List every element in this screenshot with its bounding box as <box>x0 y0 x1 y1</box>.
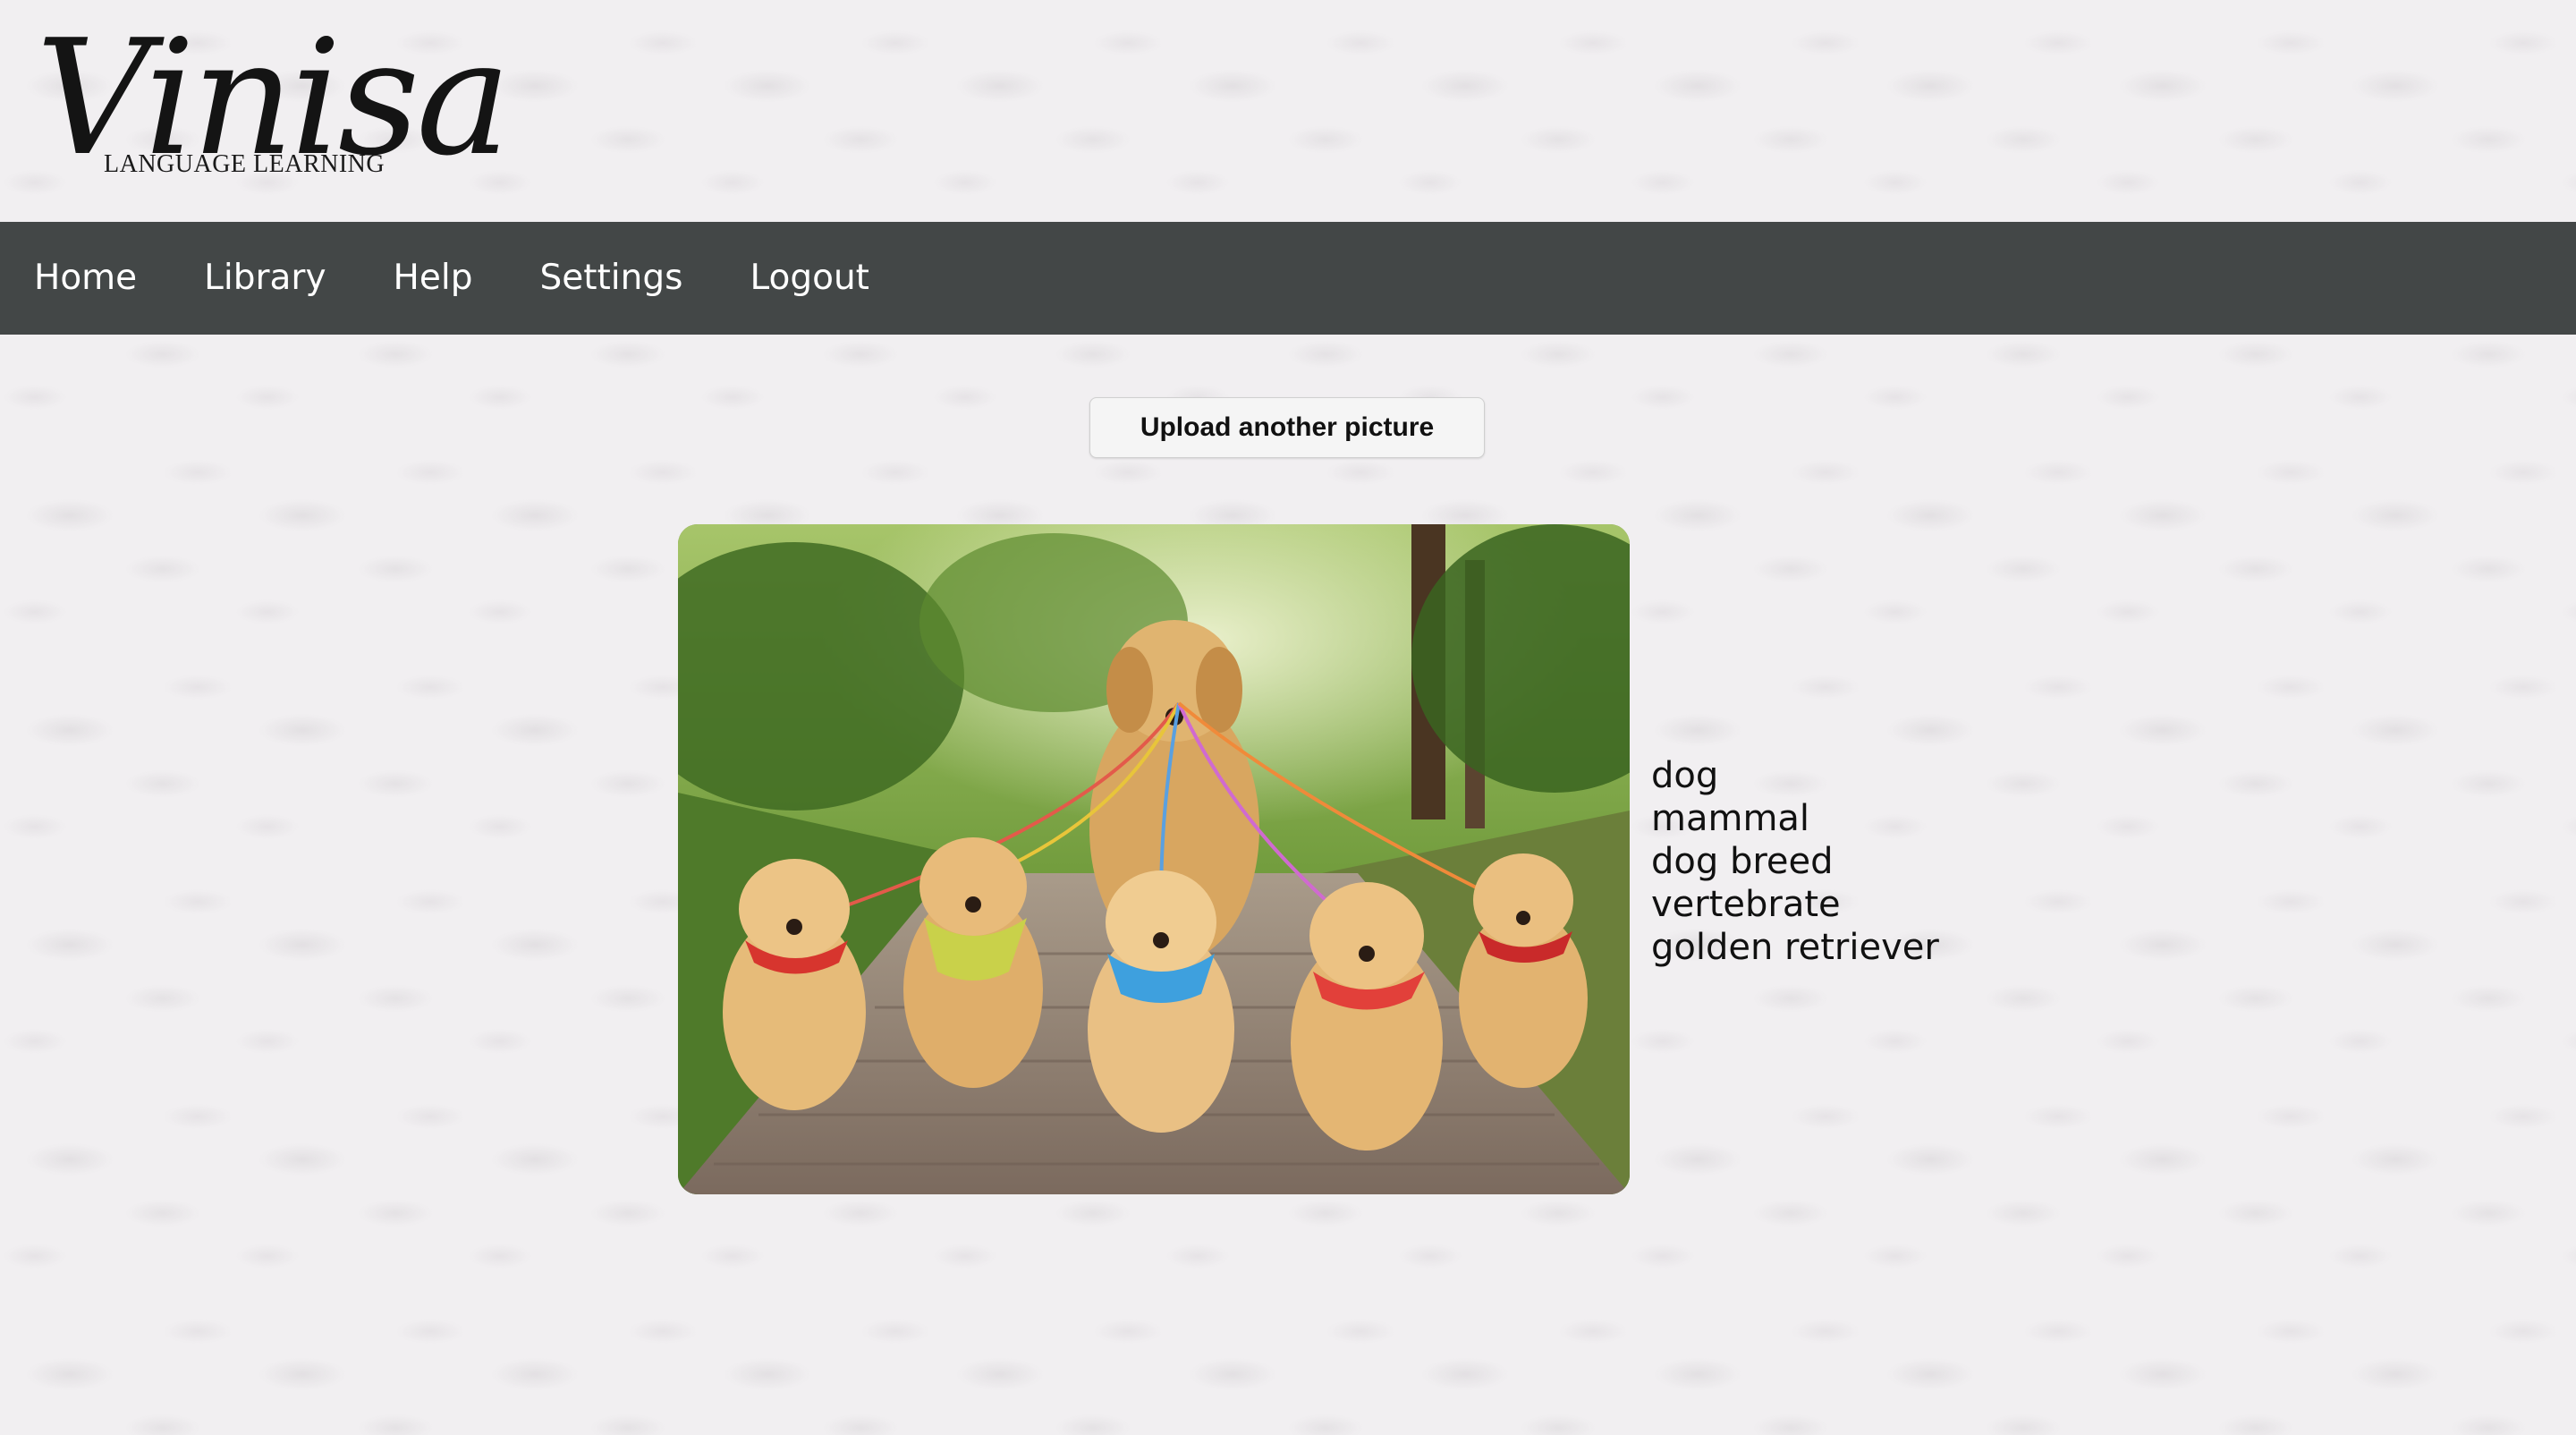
label-item: dog <box>1651 755 1719 796</box>
label-item: golden retriever <box>1651 927 1939 968</box>
label-item: mammal <box>1651 798 1810 839</box>
vinisa-logo[interactable]: Vinisa LANGUAGE LEARNING <box>36 9 511 188</box>
upload-another-picture-button[interactable]: Upload another picture <box>1089 397 1485 458</box>
label-item: vertebrate <box>1651 884 1841 925</box>
detected-labels-list: dog mammal dog breed vertebrate golden r… <box>1651 754 2116 969</box>
main-navbar: Home Library Help Settings Logout <box>0 222 2576 335</box>
page-header: Vinisa LANGUAGE LEARNING <box>0 0 2576 222</box>
label-item: dog breed <box>1651 841 1834 882</box>
dog-photo-illustration <box>678 524 1630 1194</box>
nav-library[interactable]: Library <box>204 222 326 335</box>
logo-subtitle: LANGUAGE LEARNING <box>104 150 386 178</box>
nav-help[interactable]: Help <box>394 222 473 335</box>
uploaded-photo <box>678 524 1630 1194</box>
nav-settings[interactable]: Settings <box>539 222 682 335</box>
nav-logout[interactable]: Logout <box>750 222 869 335</box>
nav-home[interactable]: Home <box>34 222 137 335</box>
